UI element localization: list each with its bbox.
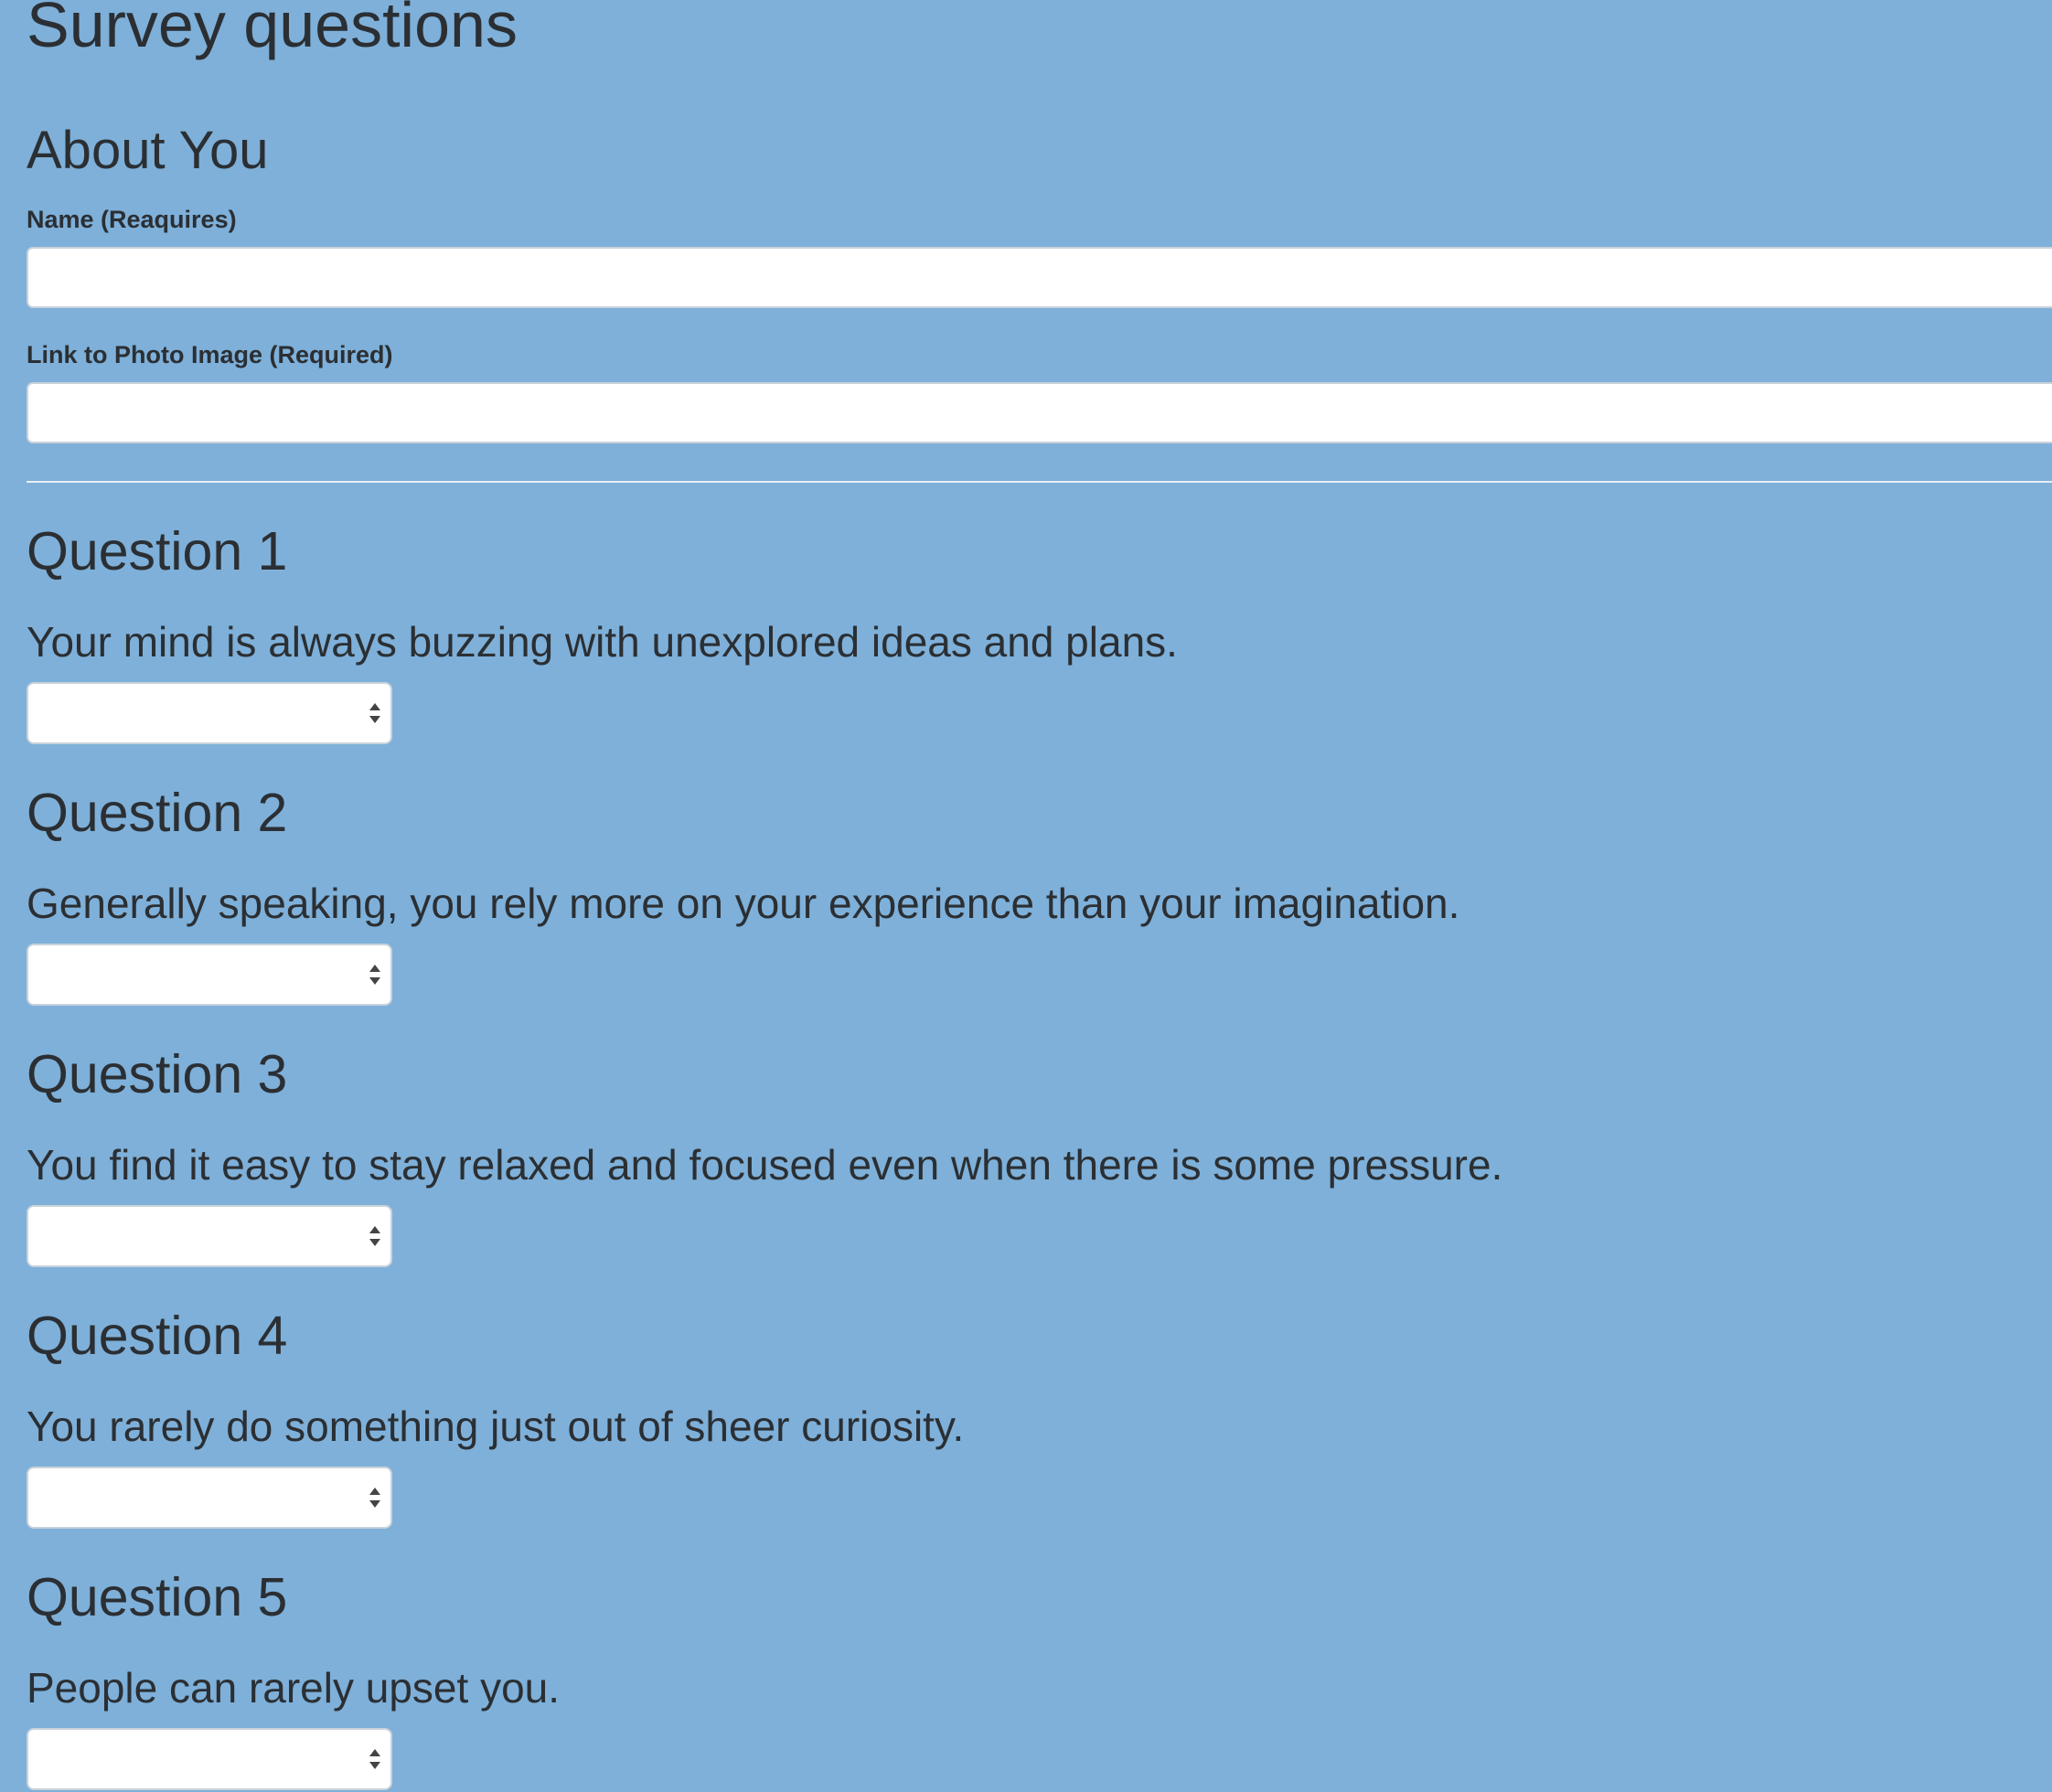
question-1-text: Your mind is always buzzing with unexplo… [27,618,1178,666]
question-5-text: People can rarely upset you. [27,1664,561,1712]
question-4-select[interactable] [27,1467,392,1529]
question-3-text: You find it easy to stay relaxed and foc… [27,1141,1503,1189]
question-3-select[interactable] [27,1205,392,1267]
question-3-title: Question 3 [27,1044,288,1104]
about-you-heading: About You [27,121,269,180]
question-4-text: You rarely do something just out of shee… [27,1403,965,1450]
photo-link-label: Link to Photo Image (Required) [27,341,393,368]
up-down-arrows-icon [369,703,380,723]
question-5-select[interactable] [27,1728,392,1790]
name-input[interactable] [27,247,2052,308]
name-label: Name (Reaquires) [27,206,237,233]
up-down-arrows-icon [369,1749,380,1769]
photo-link-input[interactable] [27,382,2052,443]
up-down-arrows-icon [369,1226,380,1246]
question-2-select[interactable] [27,944,392,1006]
question-2-text: Generally speaking, you rely more on you… [27,880,1460,927]
question-1-title: Question 1 [27,521,288,581]
up-down-arrows-icon [369,965,380,985]
question-5-title: Question 5 [27,1567,288,1627]
question-1-select[interactable] [27,682,392,744]
section-divider [27,481,2052,483]
question-4-title: Question 4 [27,1306,288,1366]
page-title: Survey questions [27,0,518,60]
question-2-title: Question 2 [27,783,288,843]
up-down-arrows-icon [369,1488,380,1508]
